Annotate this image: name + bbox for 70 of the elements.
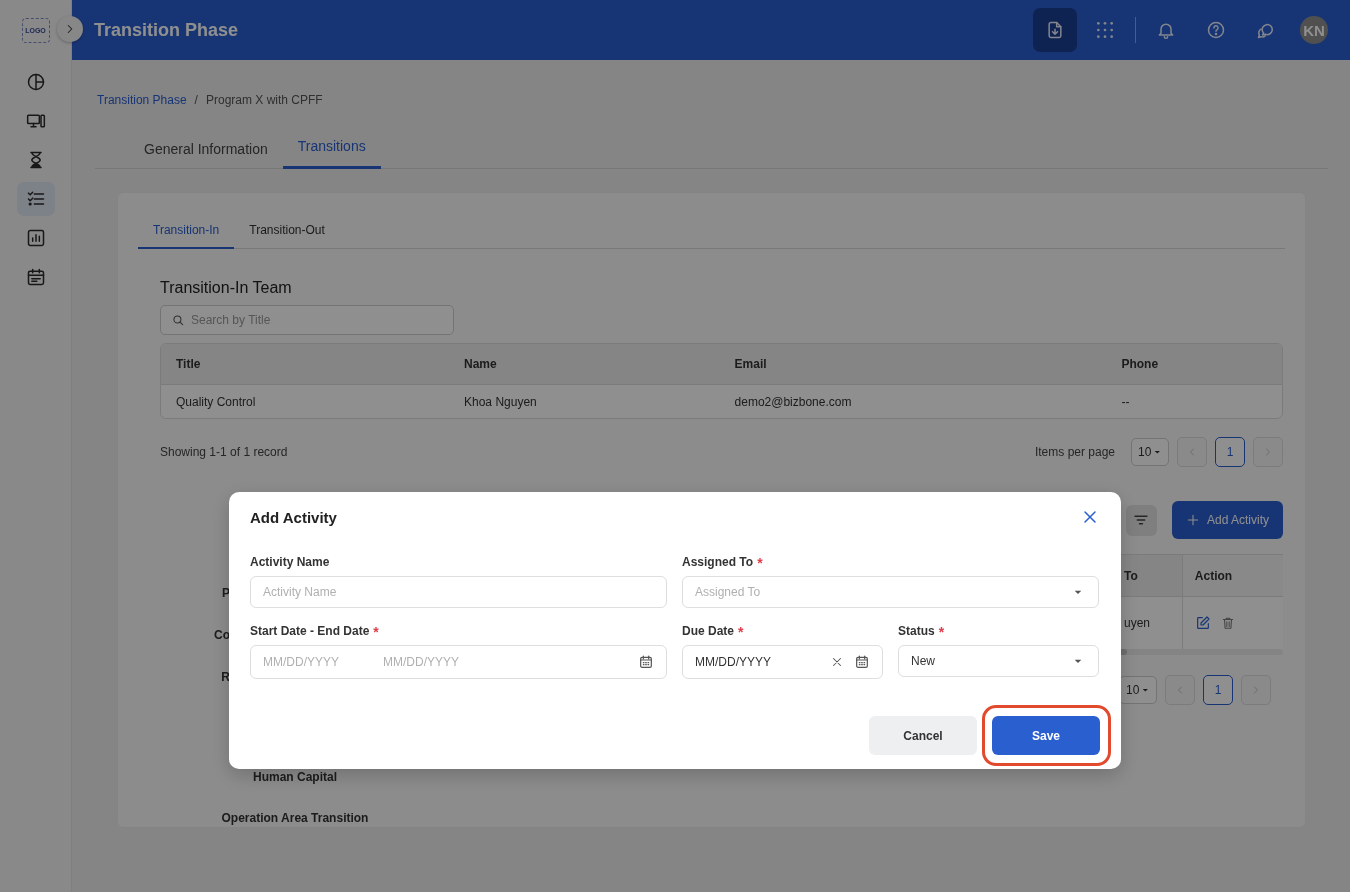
- search-icon: [171, 313, 185, 327]
- apps-grid-icon: [1095, 20, 1115, 40]
- field-label: Due Date: [682, 624, 734, 639]
- breadcrumb-link[interactable]: Transition Phase: [97, 93, 187, 107]
- page-button[interactable]: 1: [1203, 675, 1233, 705]
- search-field[interactable]: Search by Title: [160, 305, 454, 335]
- column-header: Email: [719, 344, 1107, 385]
- row-label: Co: [213, 628, 230, 643]
- save-button[interactable]: Save: [992, 716, 1100, 755]
- start-date-field[interactable]: MM/DD/YYYY: [263, 655, 373, 669]
- text-field[interactable]: Activity Name: [250, 576, 667, 608]
- field-label: Status: [898, 624, 935, 639]
- plus-icon: [1185, 513, 1200, 527]
- sidebar-item[interactable]: [16, 182, 55, 216]
- column-header: Phone: [1106, 344, 1282, 385]
- calendar-icon: [854, 654, 870, 670]
- filter-button[interactable]: [1125, 504, 1157, 536]
- column-header: Action: [1181, 555, 1283, 597]
- page-size-select[interactable]: 10: [1119, 676, 1157, 704]
- required-mark: *: [373, 624, 379, 639]
- items-per-page-label: Items per page: [1034, 445, 1115, 459]
- section-label: Human Capital: [252, 770, 338, 785]
- delete-button[interactable]: [1220, 616, 1235, 630]
- sub-tab[interactable]: Transition-In: [138, 213, 235, 249]
- select-field[interactable]: New: [898, 645, 1099, 677]
- field-label: Start Date - End Date: [250, 624, 370, 639]
- page-size-select[interactable]: 10: [1131, 438, 1169, 466]
- select-field[interactable]: Assigned To: [682, 576, 1099, 608]
- section-title: Transition-In Team: [160, 279, 293, 297]
- calendar-icon: [638, 654, 654, 670]
- calendar-icon: [25, 267, 46, 287]
- edit-icon: [1194, 615, 1211, 631]
- cancel-button[interactable]: Cancel: [869, 716, 977, 755]
- row-label: R: [220, 670, 230, 685]
- page-button[interactable]: 1: [1215, 437, 1245, 467]
- date-field[interactable]: MM/DD/YYYY: [682, 645, 883, 679]
- bar-chart-icon: [25, 228, 46, 248]
- page-title: Transition Phase: [94, 19, 240, 41]
- dialog-title: Add Activity: [250, 508, 337, 526]
- add-activity-button[interactable]: Add Activity: [1171, 501, 1283, 539]
- table-cell-text: demo2@bizbone.com: [733, 393, 853, 411]
- field-label: Assigned To: [682, 555, 754, 570]
- expand-button[interactable]: [57, 16, 83, 42]
- column-header: Name: [449, 344, 720, 385]
- table-cell-text: Khoa Nguyen: [463, 393, 538, 411]
- help-icon: [1206, 20, 1226, 40]
- column-header: To: [1119, 555, 1182, 597]
- table-cell-text: --: [1120, 393, 1131, 411]
- toolbar-button[interactable]: [1033, 8, 1077, 52]
- section-label: Operation Area Transition: [220, 811, 370, 826]
- breadcrumb-current: Program X with CPFF: [205, 93, 323, 107]
- user-avatar[interactable]: KN: [1300, 16, 1328, 44]
- clear-icon: [830, 655, 844, 669]
- trash-icon: [1220, 616, 1235, 630]
- column-header: Title: [161, 344, 449, 385]
- record-count: Showing 1-1 of 1 record: [160, 445, 288, 459]
- file-download-icon: [1045, 20, 1065, 40]
- breadcrumb-separator: /: [194, 93, 198, 107]
- field-label: Activity Name: [250, 555, 330, 570]
- computer-icon: [25, 111, 46, 131]
- tab[interactable]: Transitions: [282, 131, 381, 169]
- table-cell-text: Quality Control: [175, 393, 257, 411]
- end-date-field[interactable]: MM/DD/YYYY: [383, 655, 493, 669]
- edit-button[interactable]: [1194, 615, 1211, 631]
- sub-tab[interactable]: Transition-Out: [234, 213, 340, 249]
- required-mark: *: [757, 555, 763, 570]
- tab[interactable]: General Information: [129, 131, 283, 169]
- required-mark: *: [938, 624, 945, 639]
- pie-chart-icon: [25, 72, 46, 92]
- required-mark: *: [738, 624, 744, 639]
